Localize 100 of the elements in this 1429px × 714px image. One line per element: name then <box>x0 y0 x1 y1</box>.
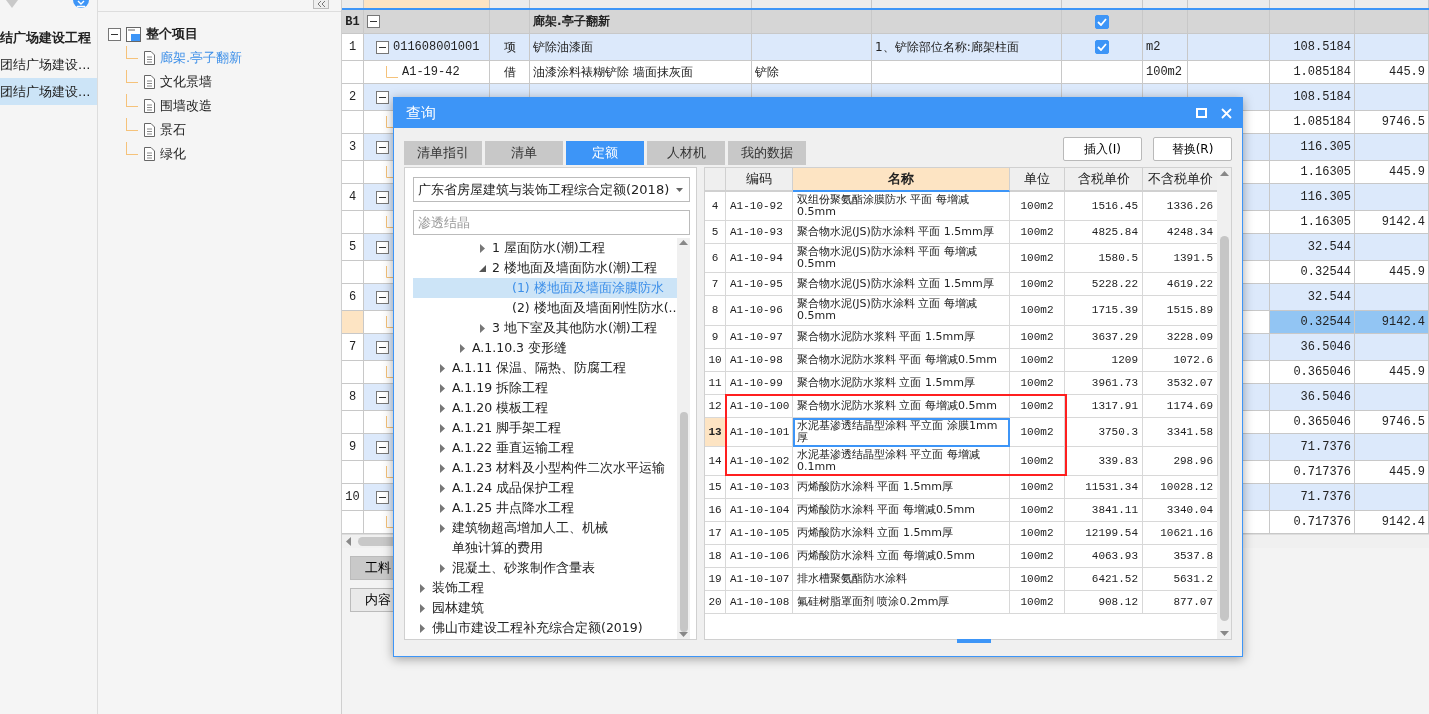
table-cell: A1-10-93 <box>726 221 793 245</box>
tree-item[interactable]: 佛山市建设工程补充综合定额(2019) <box>413 618 677 638</box>
quantity-text: 108.5184 <box>1293 90 1351 104</box>
table-cell: 100m2 <box>1010 475 1065 499</box>
quantity-text: 71.7376 <box>1300 490 1351 504</box>
table-cell: 100m2 <box>1010 544 1065 568</box>
table-cell: 908.12 <box>1065 590 1143 614</box>
quantity-text: 0.32544 <box>1300 315 1351 329</box>
tree-item[interactable]: 3 地下室及其他防水(潮)工程 <box>413 318 677 338</box>
table-cell: 100m2 <box>1010 244 1065 274</box>
tab[interactable]: 我的数据 <box>728 141 806 165</box>
quantity-text: 0.32544 <box>1300 265 1351 279</box>
tree-item[interactable]: A.1.20 模板工程 <box>413 398 677 418</box>
table-cell: 100m2 <box>1010 192 1065 222</box>
tree-item[interactable]: A.1.25 井点降水工程 <box>413 498 677 518</box>
column-header[interactable]: 含税单价 <box>1065 168 1143 192</box>
table-cell: A1-10-95 <box>726 273 793 297</box>
tab[interactable]: 人材机 <box>647 141 725 165</box>
tree-item[interactable]: 围墙改造 <box>160 97 212 115</box>
table-cell: 双组份聚氨酯涂膜防水 平面 每增减0.5mm <box>793 192 1010 222</box>
row-number: 5 <box>342 234 364 261</box>
price-text: 9142.4 <box>1381 315 1425 329</box>
row-number: 1 <box>342 34 364 61</box>
tree-item[interactable]: 1 屋面防水(潮)工程 <box>413 238 677 258</box>
row-number: 5 <box>705 221 726 245</box>
row-number: 8 <box>342 384 364 411</box>
name-text: 铲除油漆面 <box>533 38 593 56</box>
tree-item[interactable]: A.1.24 成品保护工程 <box>413 478 677 498</box>
row-number: 7 <box>342 334 364 361</box>
table-cell: A1-10-97 <box>726 325 793 349</box>
table-cell: 排水槽聚氨酯防水涂料 <box>793 567 1010 591</box>
table-cell: A1-10-103 <box>726 475 793 499</box>
tree-item[interactable]: 混凝土、砂浆制作含量表 <box>413 558 677 578</box>
tree-item[interactable]: 绿化 <box>160 145 186 163</box>
table-cell: 聚合物水泥(JS)防水涂料 平面 每增减0.5mm <box>793 244 1010 274</box>
tree-item[interactable]: 建筑物超高增加人工、机械 <box>413 518 677 538</box>
tree-item[interactable]: 2 楼地面及墙面防水(潮)工程 <box>413 258 677 278</box>
tree-item[interactable]: 整个项目 <box>146 25 198 43</box>
table-cell: 丙烯酸防水涂料 平面 1.5mm厚 <box>793 475 1010 499</box>
table-cell: 11531.34 <box>1065 475 1143 499</box>
table-cell: 100m2 <box>1010 521 1065 545</box>
table-cell: A1-10-107 <box>726 567 793 591</box>
quantity-text: 116.305 <box>1300 140 1351 154</box>
tree-item[interactable]: A.1.10.3 变形缝 <box>413 338 677 358</box>
table-cell: A1-10-96 <box>726 296 793 326</box>
library-dropdown[interactable]: 广东省房屋建筑与装饰工程综合定额(2018) <box>413 177 690 202</box>
tab[interactable]: 清单 <box>485 141 563 165</box>
tree-item[interactable]: A.1.23 材料及小型构件二次水平运输 <box>413 458 677 478</box>
quantity-text: 108.5184 <box>1293 40 1351 54</box>
tree-item[interactable]: (2) 楼地面及墙面刚性防水(... <box>413 298 677 318</box>
tree-item[interactable]: 景石 <box>160 121 186 139</box>
price-text: 445.9 <box>1389 165 1425 179</box>
quantity-text: 71.7376 <box>1300 440 1351 454</box>
project-item[interactable]: 团结广场建设... <box>0 51 97 78</box>
feature-text: 1、铲除部位名称:廊架柱面 <box>875 38 1019 56</box>
table-cell: 3750.3 <box>1065 417 1143 447</box>
tree-item[interactable]: 单独计算的费用 <box>413 538 677 558</box>
row-number: 8 <box>705 296 726 326</box>
table-cell: 100m2 <box>1010 325 1065 349</box>
dialog-title: 查询 <box>406 103 436 123</box>
tree-item[interactable]: A.1.22 垂直运输工程 <box>413 438 677 458</box>
quantity-text: 0.365046 <box>1293 365 1351 379</box>
table-cell: A1-10-94 <box>726 244 793 274</box>
quantity-text: 0.717376 <box>1293 515 1351 529</box>
type-text: 项 <box>503 38 516 56</box>
row-number: 4 <box>705 192 726 222</box>
table-cell: 100m2 <box>1010 273 1065 297</box>
tree-item[interactable]: A.1.19 拆除工程 <box>413 378 677 398</box>
quantity-text: 1.085184 <box>1293 65 1351 79</box>
table-cell: 4063.93 <box>1065 544 1143 568</box>
price-text: 445.9 <box>1389 465 1425 479</box>
table-cell: 丙烯酸防水涂料 立面 1.5mm厚 <box>793 521 1010 545</box>
table-cell: 聚合物水泥防水浆料 平面 每增减0.5mm <box>793 348 1010 372</box>
table-cell: 100m2 <box>1010 348 1065 372</box>
quantity-text: 36.5046 <box>1300 390 1351 404</box>
table-cell: A1-10-106 <box>726 544 793 568</box>
tree-item[interactable]: A.1.11 保温、隔热、防腐工程 <box>413 358 677 378</box>
row-number: 4 <box>342 184 364 211</box>
dialog-button[interactable]: 替换(R) <box>1153 137 1232 161</box>
unit-text: 100m2 <box>1146 65 1182 79</box>
work-text: 铲除 <box>755 63 779 81</box>
table-cell: 聚合物水泥(JS)防水涂料 立面 1.5mm厚 <box>793 273 1010 297</box>
tree-item[interactable]: A.1.21 脚手架工程 <box>413 418 677 438</box>
row-number: 17 <box>705 521 726 545</box>
tree-item[interactable]: 文化景墙 <box>160 73 212 91</box>
project-item[interactable]: 结广场建设工程 <box>0 24 97 51</box>
dialog-button[interactable]: 插入(I) <box>1063 137 1142 161</box>
column-header[interactable]: 单位 <box>1010 168 1065 192</box>
tab[interactable]: 清单指引 <box>404 141 482 165</box>
table-cell: 1317.91 <box>1065 394 1143 418</box>
table-cell: A1-10-99 <box>726 371 793 395</box>
table-cell: 100m2 <box>1010 371 1065 395</box>
table-cell: 100m2 <box>1010 296 1065 326</box>
column-header[interactable]: 名称 <box>793 168 1010 192</box>
table-cell: 339.83 <box>1065 446 1143 476</box>
quantity-text: 32.544 <box>1307 240 1351 254</box>
quantity-text: 1.16305 <box>1300 215 1351 229</box>
quantity-text: 36.5046 <box>1300 340 1351 354</box>
project-item[interactable]: 团结广场建设... <box>0 78 97 105</box>
search-field[interactable]: 渗透结晶 <box>413 210 690 235</box>
